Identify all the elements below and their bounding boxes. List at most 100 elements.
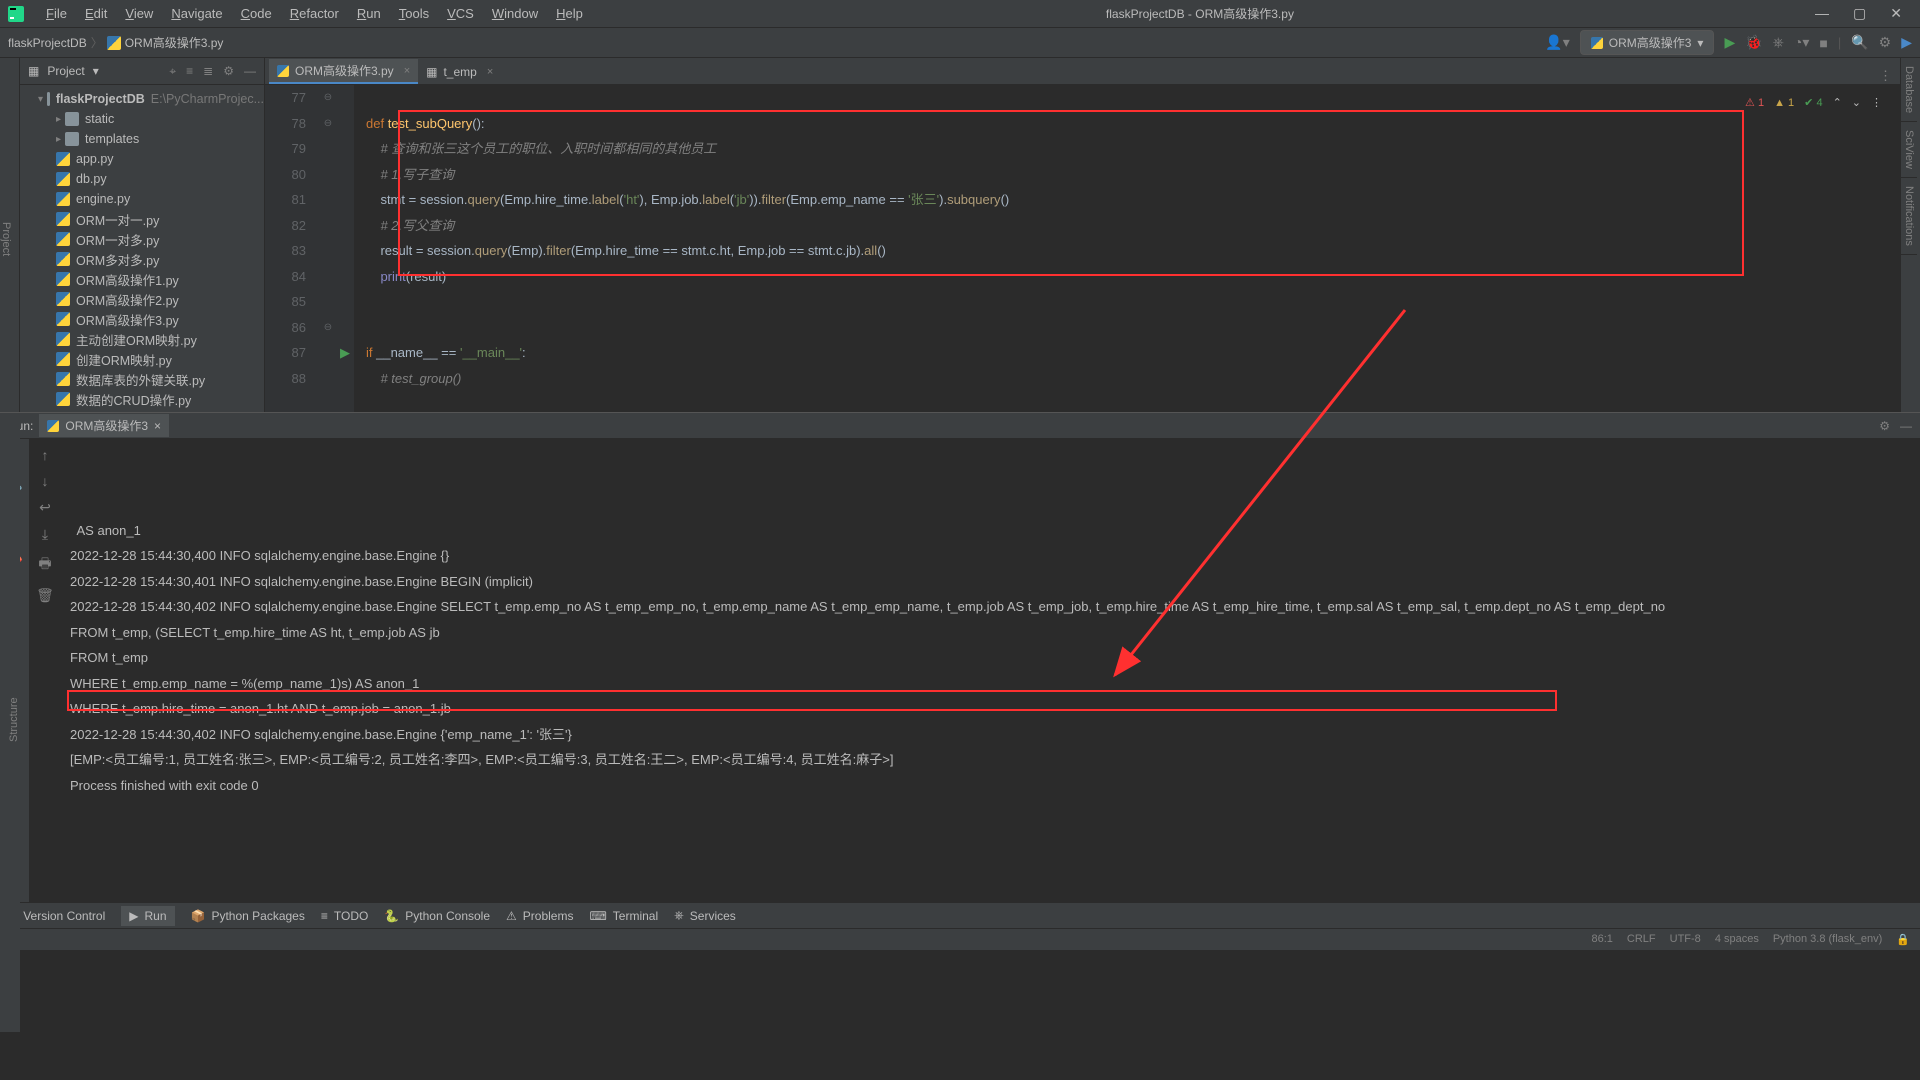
tree-file[interactable]: app.py bbox=[20, 149, 264, 169]
gear-icon[interactable]: ⚙ bbox=[1879, 419, 1890, 433]
menu-tools[interactable]: Tools bbox=[391, 2, 437, 25]
run-marker[interactable] bbox=[336, 85, 354, 111]
tree-root[interactable]: ▾flaskProjectDB E:\PyCharmProjec... bbox=[20, 89, 264, 109]
fold-marker[interactable] bbox=[320, 162, 336, 188]
tool-tab-notifications[interactable]: Notifications bbox=[1901, 178, 1917, 255]
menu-help[interactable]: Help bbox=[548, 2, 591, 25]
code-line[interactable]: # 2.写父查询 bbox=[366, 213, 1900, 239]
code-line[interactable]: # test_group() bbox=[366, 366, 1900, 392]
menu-window[interactable]: Window bbox=[484, 2, 546, 25]
code-area[interactable]: ⚠ 1 ▲ 1 ✔ 4 ⌃ ⌄ ⋮ def test_subQuery(): #… bbox=[354, 85, 1900, 412]
tree-file[interactable]: db.py bbox=[20, 169, 264, 189]
minimize-button[interactable]: — bbox=[1809, 5, 1835, 22]
scroll-end-icon[interactable]: ⤓ bbox=[42, 526, 48, 543]
gear-icon[interactable]: ⚙ bbox=[223, 64, 234, 79]
more-icon[interactable]: ⋮ bbox=[1871, 91, 1882, 117]
learn-button[interactable]: ▶ bbox=[1901, 34, 1912, 51]
close-icon[interactable]: × bbox=[154, 419, 161, 433]
profile-button[interactable]: ◔▾ bbox=[1794, 34, 1809, 51]
editor-tab[interactable]: ORM高级操作3.py× bbox=[269, 59, 418, 84]
code-line[interactable]: stmt = session.query(Emp.hire_time.label… bbox=[366, 187, 1900, 213]
run-marker[interactable]: ▶ bbox=[336, 340, 354, 366]
tool-tab-database[interactable]: Database bbox=[1901, 58, 1917, 122]
prev-highlight-icon[interactable]: ⌃ bbox=[1833, 91, 1842, 117]
fold-marker[interactable]: ⊖ bbox=[320, 315, 336, 341]
tree-file[interactable]: ORM多对多.py bbox=[20, 249, 264, 269]
tree-file[interactable]: ORM高级操作1.py bbox=[20, 269, 264, 289]
run-configuration-selector[interactable]: ORM高级操作3 ▾ bbox=[1580, 30, 1715, 55]
tree-folder[interactable]: ▸templates bbox=[20, 129, 264, 149]
run-marker[interactable] bbox=[336, 111, 354, 137]
print-icon[interactable]: 🖶 bbox=[38, 553, 51, 577]
tab-more-icon[interactable]: ⋮ bbox=[1879, 68, 1900, 84]
menu-code[interactable]: Code bbox=[233, 2, 280, 25]
run-tab[interactable]: ORM高级操作3 × bbox=[39, 414, 169, 437]
coverage-button[interactable]: ⎈ bbox=[1773, 34, 1784, 51]
run-marker[interactable] bbox=[336, 289, 354, 315]
code-line[interactable]: if __name__ == '__main__': bbox=[366, 340, 1900, 366]
breadcrumb-file[interactable]: ORM高级操作3.py bbox=[125, 34, 224, 51]
run-marker[interactable] bbox=[336, 366, 354, 392]
run-output[interactable]: AS anon_12022-12-28 15:44:30,400 INFO sq… bbox=[60, 439, 1920, 902]
bottom-tab-run[interactable]: ▶Run bbox=[121, 906, 174, 926]
collapse-all-icon[interactable]: ≣ bbox=[203, 64, 213, 79]
bottom-tab-python-packages[interactable]: 📦Python Packages bbox=[191, 909, 305, 923]
bottom-tab-terminal[interactable]: ⌨Terminal bbox=[589, 909, 658, 923]
up-icon[interactable]: ↑ bbox=[42, 447, 49, 463]
run-marker[interactable] bbox=[336, 264, 354, 290]
settings-button[interactable]: ⚙ bbox=[1879, 34, 1892, 51]
tool-tab-sciview[interactable]: SciView bbox=[1901, 122, 1917, 178]
fold-marker[interactable] bbox=[320, 340, 336, 366]
caret-position[interactable]: 86:1 bbox=[1591, 933, 1612, 946]
bottom-tab-problems[interactable]: ⚠Problems bbox=[506, 909, 573, 923]
code-line[interactable]: print(result) bbox=[366, 264, 1900, 290]
structure-tool-tab[interactable]: Structure bbox=[8, 418, 20, 1022]
editor-tab[interactable]: ▦t_emp× bbox=[418, 59, 501, 84]
fold-marker[interactable] bbox=[320, 238, 336, 264]
menu-run[interactable]: Run bbox=[349, 2, 389, 25]
select-opened-file-icon[interactable]: ⌖ bbox=[169, 64, 176, 79]
lock-icon[interactable]: 🔒 bbox=[1896, 933, 1910, 946]
menu-edit[interactable]: Edit bbox=[77, 2, 115, 25]
project-tool-tab[interactable]: Project bbox=[0, 222, 12, 256]
fold-marker[interactable] bbox=[320, 289, 336, 315]
tree-file[interactable]: 创建ORM映射.py bbox=[20, 349, 264, 369]
run-marker[interactable] bbox=[336, 136, 354, 162]
menu-vcs[interactable]: VCS bbox=[439, 2, 482, 25]
tree-file[interactable]: ORM一对多.py bbox=[20, 229, 264, 249]
run-marker[interactable] bbox=[336, 315, 354, 341]
fold-marker[interactable] bbox=[320, 213, 336, 239]
python-interpreter[interactable]: Python 3.8 (flask_env) bbox=[1773, 933, 1882, 946]
menu-refactor[interactable]: Refactor bbox=[282, 2, 347, 25]
stop-button[interactable]: ■ bbox=[1819, 35, 1827, 51]
fold-marker[interactable] bbox=[320, 136, 336, 162]
tree-file[interactable]: ORM高级操作3.py bbox=[20, 309, 264, 329]
hide-panel-icon[interactable]: — bbox=[1900, 419, 1912, 433]
maximize-button[interactable]: ▢ bbox=[1847, 5, 1872, 22]
tree-file[interactable]: engine.py bbox=[20, 189, 264, 209]
breadcrumb-root[interactable]: flaskProjectDB bbox=[8, 36, 87, 50]
run-marker[interactable] bbox=[336, 238, 354, 264]
next-highlight-icon[interactable]: ⌄ bbox=[1852, 91, 1861, 117]
tree-file[interactable]: 数据的CRUD操作.py bbox=[20, 389, 264, 409]
code-line[interactable] bbox=[366, 315, 1900, 341]
fold-marker[interactable]: ⊖ bbox=[320, 85, 336, 111]
bottom-tab-todo[interactable]: ≡TODO bbox=[321, 909, 368, 923]
code-line[interactable]: # 查询和张三这个员工的职位、入职时间都相同的其他员工 bbox=[366, 136, 1900, 162]
close-button[interactable]: ✕ bbox=[1884, 5, 1908, 22]
code-line[interactable]: # 1.写子查询 bbox=[366, 162, 1900, 188]
search-everywhere-button[interactable]: 🔍 bbox=[1851, 34, 1868, 51]
menu-file[interactable]: File bbox=[38, 2, 75, 25]
run-marker[interactable] bbox=[336, 187, 354, 213]
code-line[interactable] bbox=[366, 85, 1900, 111]
menu-navigate[interactable]: Navigate bbox=[163, 2, 230, 25]
run-marker[interactable] bbox=[336, 213, 354, 239]
hide-panel-icon[interactable]: — bbox=[244, 64, 256, 79]
fold-marker[interactable] bbox=[320, 366, 336, 392]
soft-wrap-icon[interactable]: ↩ bbox=[39, 499, 51, 516]
fold-marker[interactable] bbox=[320, 264, 336, 290]
debug-button[interactable]: 🐞 bbox=[1745, 34, 1762, 51]
tree-file[interactable]: 数据库表的外键关联.py bbox=[20, 369, 264, 389]
line-separator[interactable]: CRLF bbox=[1627, 933, 1656, 946]
bottom-tab-python-console[interactable]: 🐍Python Console bbox=[384, 909, 490, 923]
